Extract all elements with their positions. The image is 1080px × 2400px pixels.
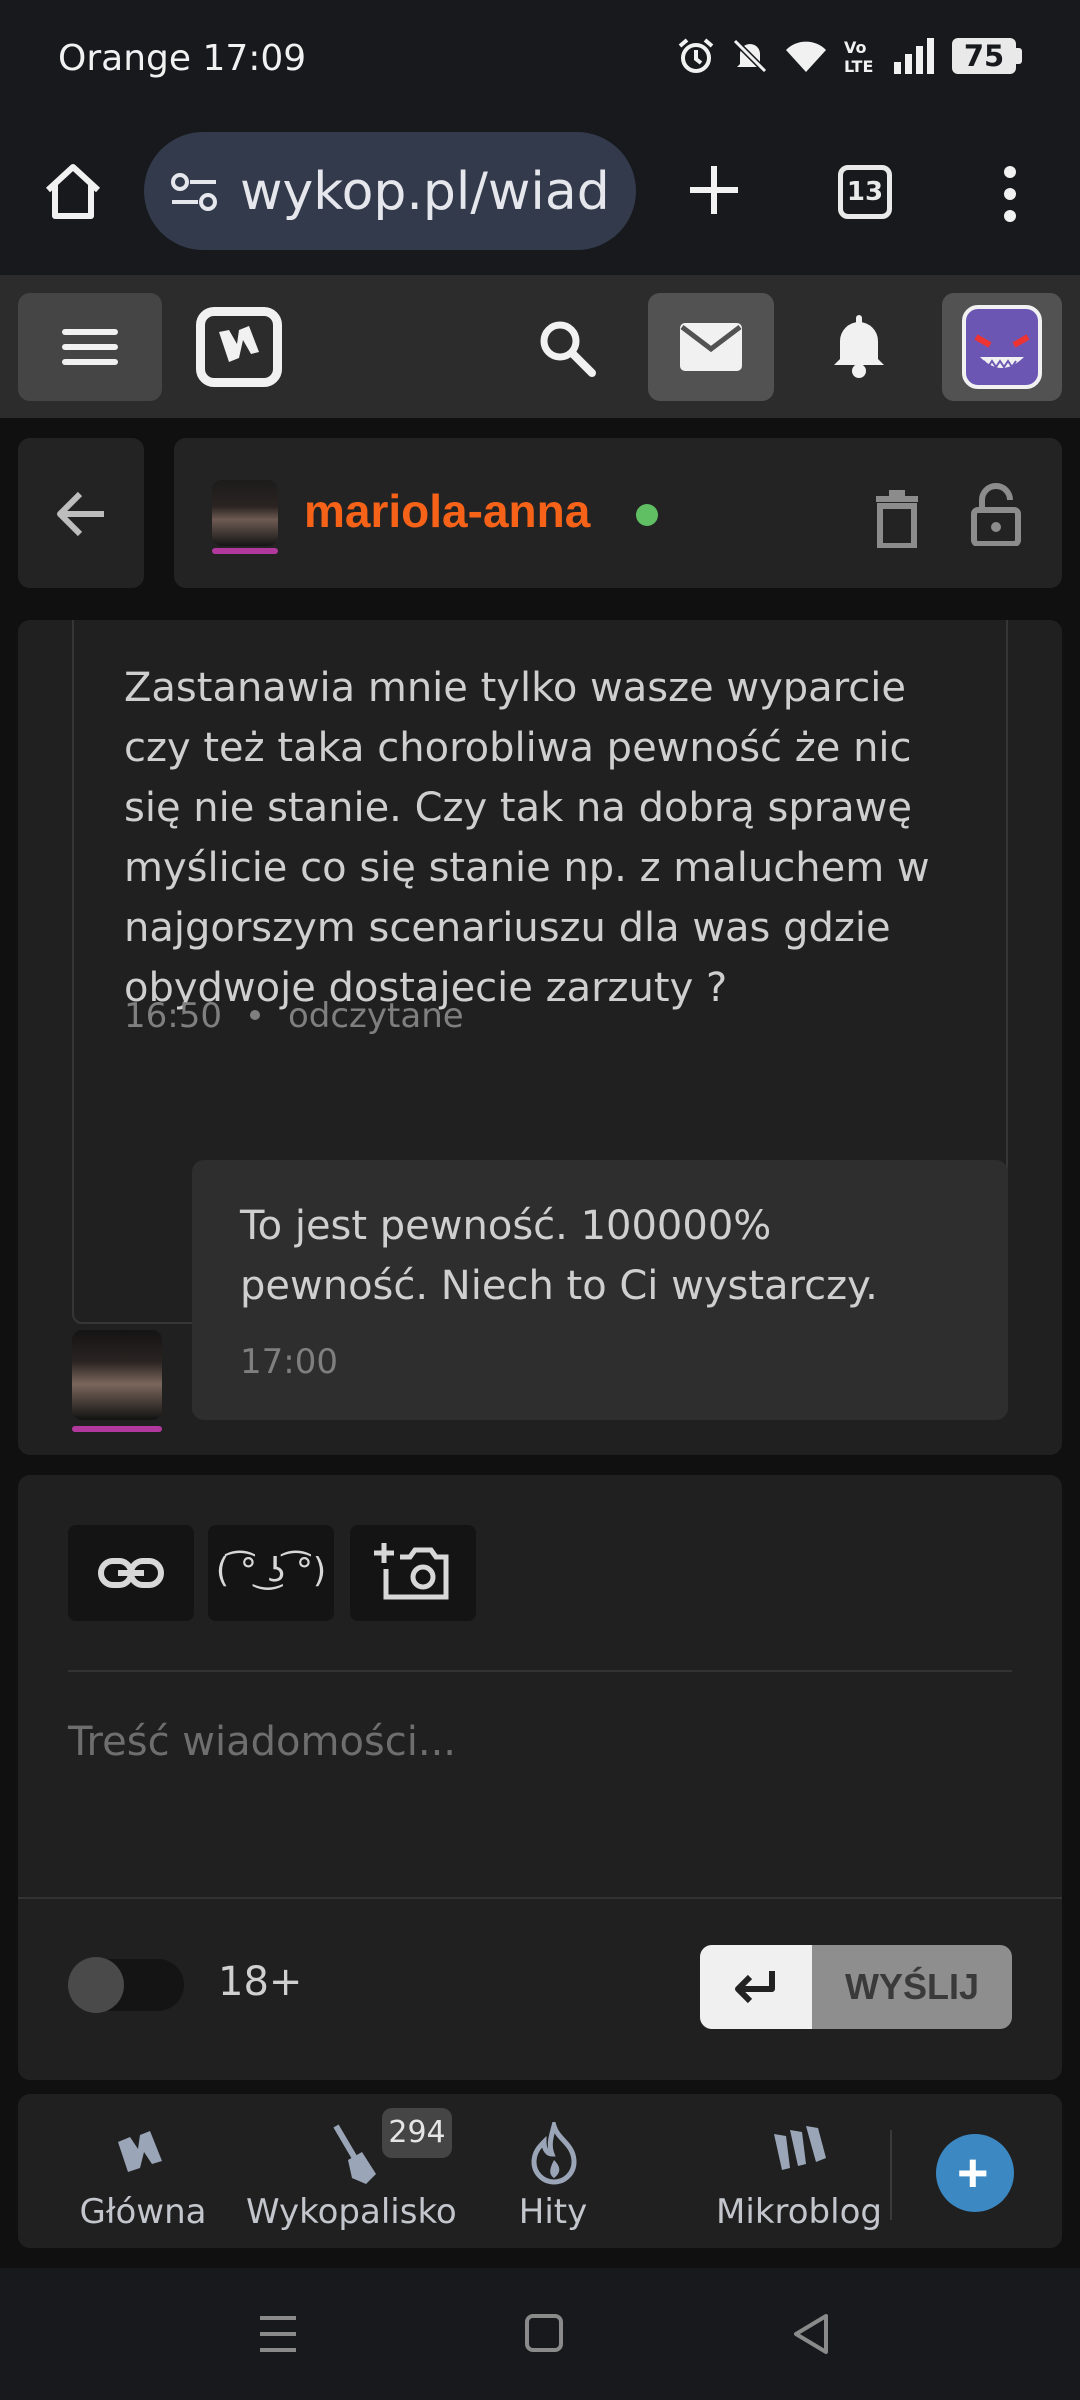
mikroblog-icon — [774, 2126, 826, 2170]
insert-link-button[interactable] — [68, 1525, 194, 1621]
message-text: To jest pewność. 100000% pewność. Niech … — [240, 1203, 878, 1309]
send-label: WYŚLIJ — [844, 1966, 979, 2007]
trash-icon[interactable] — [874, 490, 920, 548]
status-icons: Vo LTE 75 — [676, 36, 1022, 76]
send-button[interactable]: WYŚLIJ — [700, 1945, 1012, 2029]
message-input[interactable]: Treść wiadomości... — [68, 1719, 456, 1765]
avatar — [962, 305, 1042, 389]
shovel-icon — [333, 2124, 376, 2184]
browser-toolbar: wykop.pl/wiadomosci 13 — [0, 120, 1080, 275]
message-meta: 16:50 odczytane — [124, 996, 464, 1036]
nav-label: Wykopalisko — [246, 2192, 457, 2232]
system-navigation-bar — [0, 2268, 1080, 2400]
avatar-underline — [72, 1426, 162, 1432]
bell-muted-icon — [732, 38, 768, 74]
battery-icon: 75 — [952, 38, 1022, 74]
search-icon[interactable] — [536, 317, 598, 379]
conversation-header: mariola-anna — [174, 438, 1062, 588]
user-avatar-button[interactable] — [942, 293, 1062, 401]
recents-icon[interactable] — [258, 2312, 298, 2356]
wykop-logo[interactable] — [196, 307, 282, 387]
carrier-time: Orange 17:09 — [58, 38, 307, 79]
plus-icon: + — [957, 2143, 989, 2203]
lenny-face-button[interactable]: ( ͡° ͜ʖ ͡°) — [208, 1525, 334, 1621]
lenny-face: ( ͡° ͜ʖ ͡°) — [215, 1551, 327, 1591]
url-text[interactable]: wykop.pl/wiadomosci — [240, 162, 610, 222]
adult-content-toggle[interactable] — [68, 1957, 184, 2013]
wykop-home-icon — [118, 2131, 162, 2172]
wykopalisko-count-badge: 294 — [382, 2108, 452, 2158]
add-photo-button[interactable] — [350, 1525, 476, 1621]
divider — [18, 1897, 1062, 1899]
contact-avatar[interactable] — [212, 480, 278, 546]
arrow-left-icon — [57, 491, 104, 537]
site-header — [0, 275, 1080, 418]
flame-icon — [531, 2122, 577, 2185]
wifi-icon — [786, 41, 826, 72]
home-icon[interactable] — [40, 158, 106, 224]
adult-content-label: 18+ — [218, 1959, 303, 2005]
address-bar[interactable]: wykop.pl/wiadomosci — [144, 132, 636, 250]
hamburger-menu-button[interactable] — [18, 293, 162, 401]
volte-icon: VoLTE — [844, 38, 873, 76]
add-photo-icon — [374, 1543, 449, 1600]
enter-icon — [735, 1971, 775, 2004]
bottom-navigation: Główna Wykopalisko 294 Hity Mikroblog + — [18, 2094, 1062, 2248]
mail-icon — [680, 323, 742, 371]
divider — [890, 2130, 892, 2220]
new-tab-icon[interactable] — [684, 160, 744, 220]
contact-username[interactable]: mariola-anna — [304, 484, 590, 538]
nav-label: Hity — [518, 2192, 588, 2232]
tab-switcher-button[interactable]: 13 — [838, 165, 892, 219]
message-time: 17:00 — [240, 1342, 338, 1382]
online-indicator — [636, 504, 658, 526]
alarm-icon — [678, 38, 714, 73]
nav-main[interactable]: Główna — [58, 2094, 228, 2248]
battery-level: 75 — [952, 38, 1016, 74]
more-menu-icon[interactable] — [990, 164, 1030, 224]
wykop-logo-icon — [219, 326, 259, 362]
nav-mikroblog[interactable]: Mikroblog — [694, 2094, 904, 2248]
message-composer: ( ͡° ͜ʖ ͡°) Treść wiadomości... 18+ WYŚL… — [18, 1475, 1062, 2080]
home-nav-icon[interactable] — [524, 2312, 564, 2356]
avatar-underline — [212, 548, 278, 554]
nav-label: Mikroblog — [716, 2192, 882, 2232]
message-time: 16:50 — [124, 996, 222, 1036]
svg-text:Vo: Vo — [844, 38, 867, 57]
message-text: Zastanawia mnie tylko wasze wyparcie czy… — [124, 665, 930, 1011]
svg-text:LTE: LTE — [844, 57, 873, 76]
sender-avatar[interactable] — [72, 1330, 162, 1420]
messages-button[interactable] — [648, 293, 774, 401]
notifications-icon[interactable] — [828, 313, 890, 379]
back-button[interactable] — [18, 438, 144, 588]
back-nav-icon[interactable] — [792, 2312, 832, 2356]
status-bar: Orange 17:09 Vo LTE 75 — [0, 0, 1080, 120]
link-icon — [98, 1558, 164, 1588]
message-bubble-received: To jest pewność. 100000% pewność. Niech … — [192, 1160, 1008, 1420]
nav-hity[interactable]: Hity — [498, 2094, 608, 2248]
site-settings-icon[interactable] — [170, 172, 218, 212]
message-status: odczytane — [287, 996, 464, 1036]
add-content-button[interactable]: + — [936, 2134, 1014, 2212]
lock-icon[interactable] — [970, 482, 1022, 546]
signal-icon — [894, 38, 934, 74]
ghost-face-icon — [974, 334, 1030, 369]
nav-label: Główna — [79, 2192, 207, 2232]
message-thread[interactable]: Zastanawia mnie tylko wasze wyparcie czy… — [18, 620, 1062, 1455]
divider — [68, 1670, 1012, 1672]
